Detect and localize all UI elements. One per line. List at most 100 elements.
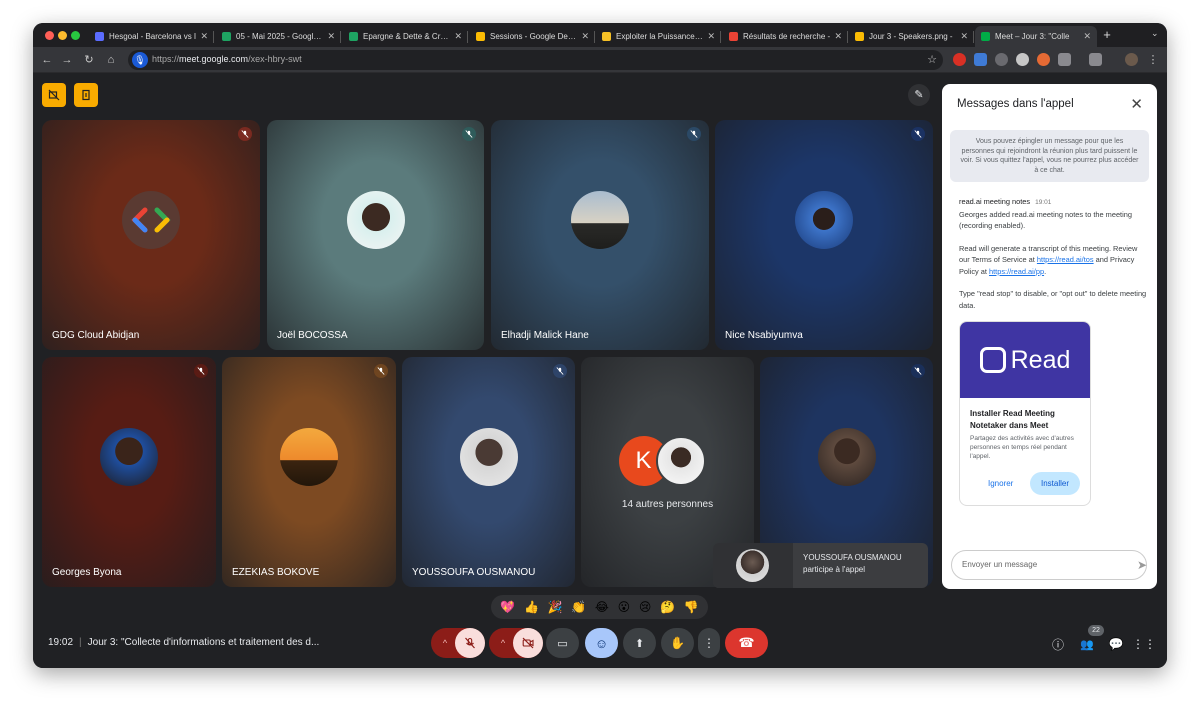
participant-tile[interactable]: GDG Cloud Abidjan xyxy=(42,120,260,350)
send-icon[interactable]: ➤ xyxy=(1137,558,1147,572)
tab-close-icon[interactable]: ✕ xyxy=(960,31,968,42)
tab-close-icon[interactable]: ✕ xyxy=(834,31,842,42)
tab-title: Epargne & Dette & Créati xyxy=(363,32,451,41)
address-bar[interactable]: 🎙 https://meet.google.com/xex-hbry-swt ☆ xyxy=(128,50,943,70)
tab-close-icon[interactable]: ✕ xyxy=(454,31,462,42)
message-paragraph-3: Type "read stop" to disable, or "opt out… xyxy=(959,289,1147,310)
raise-hand-button[interactable]: ✋ xyxy=(661,628,694,658)
tab-6[interactable]: Résultats de recherche - ✕ xyxy=(723,26,848,47)
participant-tile[interactable]: Nice Nsabiyumva xyxy=(715,120,933,350)
tab-search-icon[interactable]: ⌄ xyxy=(1151,28,1159,39)
reaction-emoji[interactable]: 👍 xyxy=(524,600,539,614)
extension-translate-icon[interactable] xyxy=(974,53,987,66)
tab-2[interactable]: 05 - Mai 2025 - Google S ✕ xyxy=(216,26,341,47)
forward-button[interactable]: → xyxy=(59,52,75,68)
back-button[interactable]: ← xyxy=(39,52,55,68)
browser-window: Hesgoal - Barcelona vs I ✕ 05 - Mai 2025 -… xyxy=(33,23,1167,668)
extension-record-icon[interactable] xyxy=(953,53,966,66)
activities-grid-icon[interactable]: ⋮⋮ xyxy=(1132,635,1156,653)
maximize-window-button[interactable] xyxy=(71,31,80,40)
tab-favicon-icon xyxy=(476,32,485,41)
bookmark-star-icon[interactable]: ☆ xyxy=(927,53,937,66)
people-icon[interactable]: 👥 xyxy=(1078,635,1096,653)
notification-name: YOUSSOUFA OUSMANOU xyxy=(803,553,902,562)
tab-close-icon[interactable]: ✕ xyxy=(200,31,208,42)
participant-tile[interactable]: Elhadji Malick Hane xyxy=(491,120,709,350)
privacy-link[interactable]: https://read.ai/pp xyxy=(989,267,1044,276)
extension-orange-icon[interactable] xyxy=(1037,53,1050,66)
tab-3[interactable]: Epargne & Dette & Créati ✕ xyxy=(343,26,468,47)
participant-tile[interactable]: YOUSSOUFA OUSMANOU xyxy=(402,357,575,587)
tab-1[interactable]: Hesgoal - Barcelona vs I ✕ xyxy=(89,26,214,47)
card-title: Installer Read Meeting Notetaker dans Me… xyxy=(970,409,1055,430)
tab-8[interactable]: Meet – Jour 3: "Colle ✕ xyxy=(975,26,1097,47)
tab-title: Jour 3 - Speakers.png - xyxy=(869,32,953,41)
minimize-window-button[interactable] xyxy=(58,31,67,40)
tab-5[interactable]: Exploiter la Puissance de ✕ xyxy=(596,26,721,47)
close-chat-icon[interactable]: ✕ xyxy=(1130,95,1143,113)
tab-close-icon[interactable]: ✕ xyxy=(581,31,589,42)
more-options-button[interactable]: ⋮ xyxy=(698,628,720,658)
tab-divider xyxy=(720,31,721,43)
mic-muted-icon xyxy=(374,364,388,378)
reload-button[interactable]: ↻ xyxy=(81,52,97,68)
tab-divider xyxy=(847,31,848,43)
home-button[interactable]: ⌂ xyxy=(103,52,119,68)
reaction-emoji[interactable]: 😂 xyxy=(595,600,609,614)
tab-close-icon[interactable]: ✕ xyxy=(1083,31,1091,42)
present-button[interactable]: ⬆ xyxy=(623,628,656,658)
chat-icon[interactable]: 💬 xyxy=(1107,635,1125,653)
close-window-button[interactable] xyxy=(45,31,54,40)
host-controls-icon[interactable] xyxy=(74,83,98,107)
browser-menu-icon[interactable]: ⋮ xyxy=(1145,52,1161,68)
captions-button[interactable]: ▭ xyxy=(546,628,579,658)
side-panel-icon[interactable] xyxy=(1089,53,1102,66)
reaction-emoji[interactable]: 🤔 xyxy=(660,600,675,614)
participant-tile[interactable]: Georges Byona xyxy=(42,357,216,587)
reaction-emoji[interactable]: 😢 xyxy=(639,600,652,614)
install-button[interactable]: Installer xyxy=(1030,472,1080,495)
reaction-emoji[interactable]: 👏 xyxy=(571,600,586,614)
site-info-icon[interactable]: 🎙 xyxy=(132,52,148,68)
mic-off-button[interactable] xyxy=(455,628,485,658)
tab-7[interactable]: Jour 3 - Speakers.png - ✕ xyxy=(849,26,974,47)
reactions-button[interactable]: ☺ xyxy=(585,628,618,658)
meeting-details-icon[interactable]: ⓘ xyxy=(1049,635,1067,653)
participant-name: Joël BOCOSSA xyxy=(277,330,348,341)
camera-off-indicator-icon[interactable] xyxy=(42,83,66,107)
tab-close-icon[interactable]: ✕ xyxy=(707,31,715,42)
tab-title: Meet – Jour 3: "Colle xyxy=(995,32,1070,41)
extensions-puzzle-icon[interactable] xyxy=(1058,53,1071,66)
mic-muted-icon xyxy=(194,364,208,378)
mic-options-chevron-icon[interactable]: ^ xyxy=(443,638,447,648)
message-paragraph-1: Georges added read.ai meeting notes to t… xyxy=(959,209,1132,231)
participant-tile[interactable]: EZEKIAS BOKOVE xyxy=(222,357,396,587)
leave-call-button[interactable]: ☎ xyxy=(725,628,768,658)
tab-title: 05 - Mai 2025 - Google S xyxy=(236,32,324,41)
reaction-emoji[interactable]: 👎 xyxy=(684,600,699,614)
reaction-emoji[interactable]: 💖 xyxy=(500,600,515,614)
camera-options-chevron-icon[interactable]: ^ xyxy=(501,638,505,648)
camera-off-icon xyxy=(522,637,534,649)
chat-input[interactable]: Envoyer un message xyxy=(951,550,1147,580)
chat-message: read.ai meeting notes 19:01 Georges added… xyxy=(959,196,1149,311)
participant-tile[interactable]: Joël BOCOSSA xyxy=(267,120,484,350)
tab-4[interactable]: Sessions - Google Develo ✕ xyxy=(470,26,595,47)
tab-divider xyxy=(340,31,341,43)
new-tab-button[interactable]: + xyxy=(1099,27,1115,43)
effects-wand-icon[interactable]: ✎ xyxy=(908,84,930,106)
browser-toolbar: ← → ↻ ⌂ 🎙 https://meet.google.com/xex-hb… xyxy=(33,47,1167,73)
participant-name: Nice Nsabiyumva xyxy=(725,330,803,341)
extension-circle-icon[interactable] xyxy=(1016,53,1029,66)
reaction-emoji[interactable]: 😮 xyxy=(618,600,631,614)
terms-link[interactable]: https://read.ai/tos xyxy=(1037,255,1094,264)
ignore-button[interactable]: Ignorer xyxy=(988,479,1013,488)
extension-gear-icon[interactable] xyxy=(995,53,1008,66)
avatar xyxy=(736,549,769,582)
tab-close-icon[interactable]: ✕ xyxy=(327,31,335,42)
notification-thumbnail xyxy=(713,543,793,588)
participant-name: YOUSSOUFA OUSMANOU xyxy=(412,567,536,578)
camera-off-button[interactable] xyxy=(513,628,543,658)
reaction-emoji[interactable]: 🎉 xyxy=(548,600,563,614)
profile-avatar[interactable] xyxy=(1125,53,1138,66)
